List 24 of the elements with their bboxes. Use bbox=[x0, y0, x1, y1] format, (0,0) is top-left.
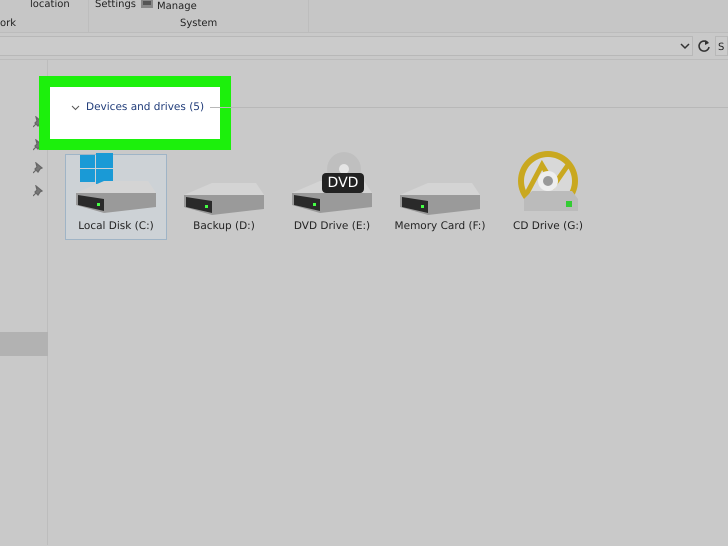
ribbon-group-label: System bbox=[180, 17, 218, 31]
drive-label: CD Drive (G:) bbox=[513, 219, 583, 234]
ribbon-group-label: ork bbox=[0, 17, 16, 31]
hard-disk-icon bbox=[184, 183, 264, 215]
drive-label: Backup (D:) bbox=[193, 219, 255, 234]
pin-icon bbox=[33, 162, 43, 174]
drive-label: Memory Card (F:) bbox=[394, 219, 486, 234]
pin-icon bbox=[33, 185, 43, 197]
section-title[interactable]: Devices and drives (5) bbox=[86, 100, 204, 116]
drive-label: DVD Drive (E:) bbox=[294, 219, 370, 234]
search-field[interactable]: S bbox=[715, 36, 728, 56]
drive-tile[interactable]: Local Disk (C:) bbox=[65, 154, 167, 240]
dvd-label: DVD bbox=[322, 173, 364, 193]
drive-label: Local Disk (C:) bbox=[78, 219, 154, 234]
drive-tile[interactable]: Backup (D:) bbox=[173, 154, 275, 240]
ribbon-command[interactable]: Manage bbox=[157, 0, 197, 14]
drive-tile[interactable]: CD Drive (G:) bbox=[497, 154, 599, 240]
hard-disk-icon bbox=[400, 183, 480, 215]
refresh-icon bbox=[697, 39, 711, 53]
drive-tile[interactable]: Memory Card (F:) bbox=[389, 154, 491, 240]
drive-tile[interactable]: DVD DVD Drive (E:) bbox=[281, 154, 383, 240]
address-bar[interactable] bbox=[0, 36, 693, 56]
computer-icon bbox=[140, 0, 154, 9]
chevron-down-icon bbox=[680, 42, 690, 50]
